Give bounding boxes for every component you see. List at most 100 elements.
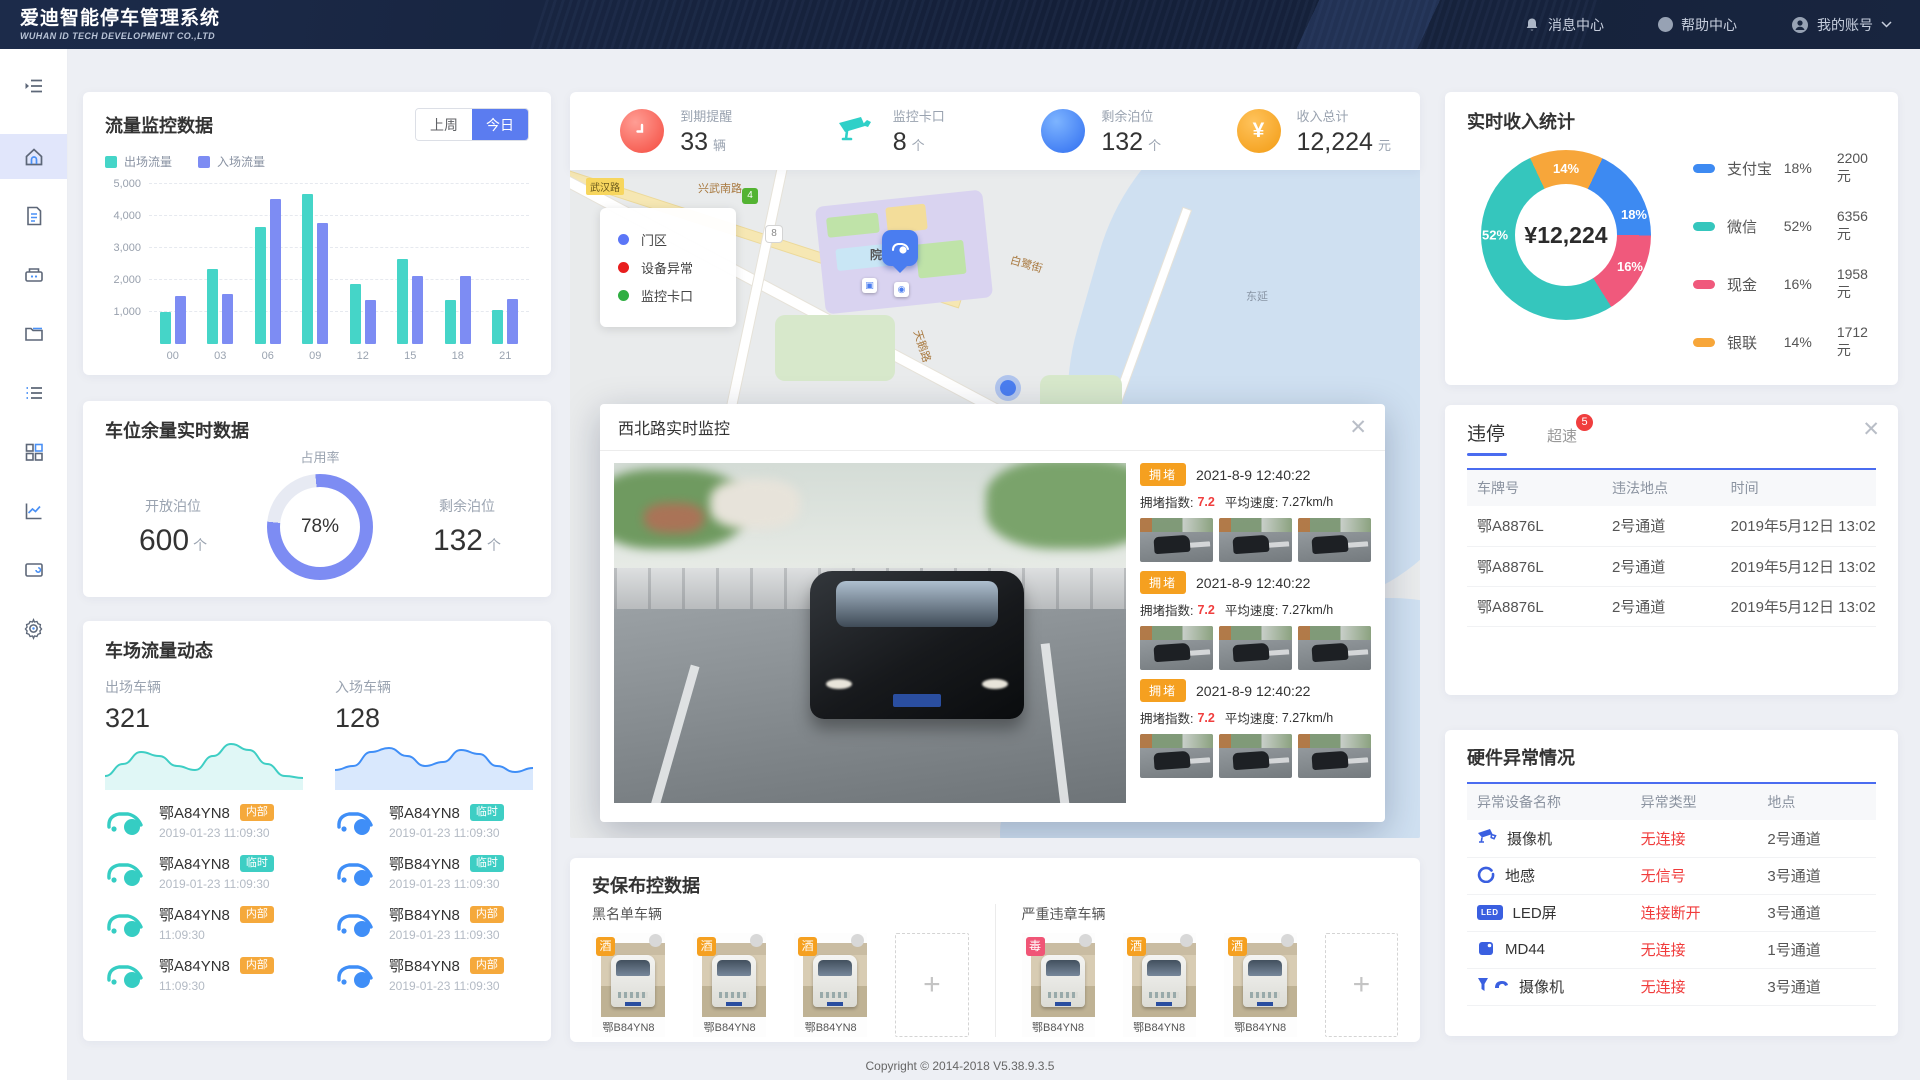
nav-message-center[interactable]: 消息中心 <box>1524 15 1604 35</box>
car-icon <box>105 907 147 939</box>
unionpay-name: 银联 <box>1727 332 1784 353</box>
nav-help-center[interactable]: 帮助中心 <box>1658 15 1737 35</box>
map-device-marker[interactable]: ▣ <box>862 278 877 293</box>
vehicle-card[interactable]: 毒鄂B84YN8 <box>1022 933 1095 1037</box>
vehicle-plate: 鄂B84YN8 <box>389 955 460 976</box>
stat-remaining-value: 132 <box>1101 128 1143 156</box>
stat-expiry-value: 33 <box>680 128 708 156</box>
tab-speeding[interactable]: 超速5 <box>1547 425 1577 456</box>
device-error-dot <box>618 262 629 273</box>
wechat-swatch <box>1693 222 1715 231</box>
legend-entry-flow: 入场流量 <box>198 153 265 170</box>
blacklist-label: 黑名单车辆 <box>592 904 969 924</box>
income-panel-title: 实时收入统计 <box>1467 108 1876 134</box>
add-vehicle-button[interactable]: + <box>1325 933 1398 1037</box>
legend-entry-label: 入场流量 <box>217 153 265 170</box>
congestion-badge: 拥堵 <box>1140 463 1186 486</box>
sidebar-item-apps[interactable] <box>0 429 67 474</box>
avg-speed-label: 平均速度: <box>1225 492 1278 511</box>
bar <box>317 223 328 344</box>
vehicle-card[interactable]: 酒鄂B84YN8 <box>592 933 665 1037</box>
wechat-name: 微信 <box>1727 216 1784 237</box>
snapshot-thumbnail[interactable] <box>1219 518 1292 562</box>
sidebar-collapse-icon[interactable] <box>0 63 67 108</box>
event-time: 2021-8-9 12:40:22 <box>1196 467 1310 483</box>
vehicle-list-item: 鄂B84YN8临时2019-01-23 11:09:30 <box>335 852 529 892</box>
snapshot-thumbnail[interactable] <box>1219 734 1292 778</box>
sidebar-item-home[interactable] <box>0 134 67 179</box>
vehicle-type-badge: 内部 <box>240 906 274 923</box>
vehicle-card[interactable]: 酒鄂B84YN8 <box>1123 933 1196 1037</box>
donut-slice-label: 18% <box>1621 207 1647 222</box>
card-plate-number: 鄂B84YN8 <box>1224 1019 1297 1035</box>
nav-my-account[interactable]: 我的账号 <box>1791 15 1892 35</box>
vehicle-list-item: 鄂B84YN8内部2019-01-23 11:09:30 <box>335 954 529 994</box>
snapshot-thumbnail[interactable] <box>1219 626 1292 670</box>
snapshot-thumbnail[interactable] <box>1140 626 1213 670</box>
offense-badge: 毒 <box>1026 937 1045 956</box>
account-icon <box>1791 16 1809 34</box>
bar-group <box>350 184 376 344</box>
live-video-feed[interactable] <box>614 463 1126 803</box>
today-button[interactable]: 今日 <box>472 109 528 140</box>
sidebar-item-analytics[interactable] <box>0 488 67 533</box>
bar-group <box>492 184 518 344</box>
alipay-name: 支付宝 <box>1727 158 1784 179</box>
tab-illegal-parking[interactable]: 违停 <box>1467 419 1507 456</box>
vehicle-plate: 鄂B84YN8 <box>389 904 460 925</box>
copyright-footer: Copyright © 2014-2018 V5.38.9.3.5 <box>0 1059 1920 1073</box>
congestion-event: 拥堵2021-8-9 12:40:22拥堵指数:7.2平均速度: 7.27km/… <box>1140 463 1371 562</box>
vehicle-card[interactable]: 酒鄂B84YN8 <box>1224 933 1297 1037</box>
add-vehicle-button[interactable]: + <box>895 933 968 1037</box>
status-dot <box>1180 934 1193 947</box>
occupancy-rate-label: 占用率 <box>267 447 373 466</box>
vehicle-time: 2019-01-23 11:09:30 <box>389 877 529 891</box>
sidebar-item-list[interactable] <box>0 370 67 415</box>
sidebar-item-report[interactable] <box>0 193 67 238</box>
avg-speed-label: 平均速度: <box>1225 600 1278 619</box>
map-gate-marker[interactable] <box>882 230 918 266</box>
col-device: 异常设备名称 <box>1467 783 1631 820</box>
snapshot-thumbnail[interactable] <box>1298 734 1371 778</box>
y-tick-label: 2,000 <box>113 274 141 286</box>
entry-vehicles-value: 128 <box>335 703 529 734</box>
map-view[interactable]: 武汉路 兴武南路 白鹭街 天鹅路 东延 院本部 4 8 ▣ ◉ 门区 <box>570 170 1420 838</box>
map-device-marker[interactable]: ◉ <box>894 282 909 297</box>
snapshot-thumbnail[interactable] <box>1298 626 1371 670</box>
camera-icon <box>1477 828 1497 848</box>
y-tick-label: 4,000 <box>113 210 141 222</box>
bar-group <box>302 184 328 344</box>
traffic-bar-chart: 1,0002,0003,0004,0005,000 <box>105 184 529 344</box>
donut-slice-label: 14% <box>1553 161 1579 176</box>
map-zone-marker[interactable] <box>995 375 1021 401</box>
snapshot-thumbnail[interactable] <box>1140 518 1213 562</box>
snapshot-thumbnail[interactable] <box>1140 734 1213 778</box>
vehicle-card[interactable]: 酒鄂B84YN8 <box>693 933 766 1037</box>
sidebar-item-wallet[interactable] <box>0 547 67 592</box>
snapshot-thumbnail[interactable] <box>1298 518 1371 562</box>
sidebar-item-settings[interactable] <box>0 606 67 651</box>
flow-panel-title: 车场流量动态 <box>105 637 529 663</box>
modal-close-icon[interactable]: ✕ <box>1349 417 1367 438</box>
vehicle-time: 11:09:30 <box>159 928 299 942</box>
last-week-button[interactable]: 上周 <box>416 109 472 140</box>
anomaly-type: 连接断开 <box>1631 894 1758 931</box>
panel-close-icon[interactable]: ✕ <box>1862 419 1880 440</box>
violation-time: 2019年5月12日 13:02 <box>1721 546 1876 586</box>
vehicle-card[interactable]: 酒鄂B84YN8 <box>794 933 867 1037</box>
violation-row: 鄂A8876L2号通道2019年5月12日 13:02 <box>1467 586 1876 626</box>
bar <box>255 227 266 344</box>
vehicle-plate: 鄂A84YN8 <box>159 853 230 874</box>
sidebar-item-folder[interactable] <box>0 311 67 356</box>
vehicle-type-badge: 临时 <box>470 804 504 821</box>
congestion-index-label: 拥堵指数: <box>1140 708 1193 727</box>
security-panel-title: 安保布控数据 <box>592 872 1398 898</box>
stat-expiry-reminder: 到期提醒 33辆 <box>570 106 783 157</box>
hardware-anomaly-panel: 硬件异常情况 异常设备名称 异常类型 地点 摄像机 <box>1445 730 1898 1036</box>
gate-zone-label: 门区 <box>641 230 667 249</box>
col-time: 时间 <box>1721 469 1876 506</box>
car-icon <box>335 907 377 939</box>
sidebar-item-device[interactable] <box>0 252 67 297</box>
violation-location: 2号通道 <box>1602 586 1721 626</box>
bar <box>302 194 313 344</box>
